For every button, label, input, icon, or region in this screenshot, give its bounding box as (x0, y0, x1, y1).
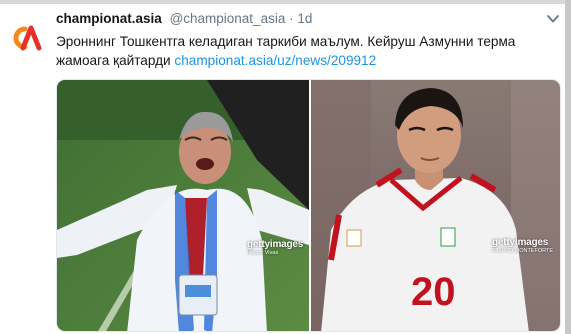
tweet-timestamp[interactable]: 1d (297, 11, 312, 26)
media-photo-coach[interactable]: gettyimages Héctor Vivas (57, 80, 309, 331)
tweet-body: Эроннинг Тошкентга келадиган таркиби маъ… (56, 32, 546, 70)
photo-credit: Héctor Vivas (247, 250, 279, 256)
author-handle[interactable]: @championat_asia (170, 11, 286, 26)
media-photo-player[interactable]: 20 gettyimages FILIPPO MONTEFORTE (311, 80, 560, 331)
championat-logo-icon[interactable] (6, 18, 46, 58)
getty-watermark-right: gettyimages FILIPPO MONTEFORTE (492, 238, 553, 255)
tweet-link[interactable]: championat.asia/uz/news/209912 (174, 53, 376, 68)
watermark-text: gettyimages (492, 237, 549, 248)
getty-watermark-left: gettyimages Héctor Vivas (247, 240, 303, 257)
window-right-border (565, 0, 571, 334)
author-name[interactable]: championat.asia (56, 11, 162, 26)
window-top-border (0, 0, 571, 4)
coach-photo-illustration (57, 80, 309, 331)
tweet-header: championat.asia @championat_asia · 1d (56, 11, 312, 26)
tweet-media: gettyimages Héctor Vivas 20 gettyimages … (56, 79, 561, 332)
player-photo-illustration: 20 (311, 80, 560, 331)
chevron-down-icon[interactable] (545, 12, 561, 26)
watermark-text: gettyimages (247, 239, 304, 250)
photo-credit: FILIPPO MONTEFORTE (492, 248, 554, 254)
separator-dot: · (289, 11, 294, 26)
svg-text:20: 20 (411, 270, 456, 314)
